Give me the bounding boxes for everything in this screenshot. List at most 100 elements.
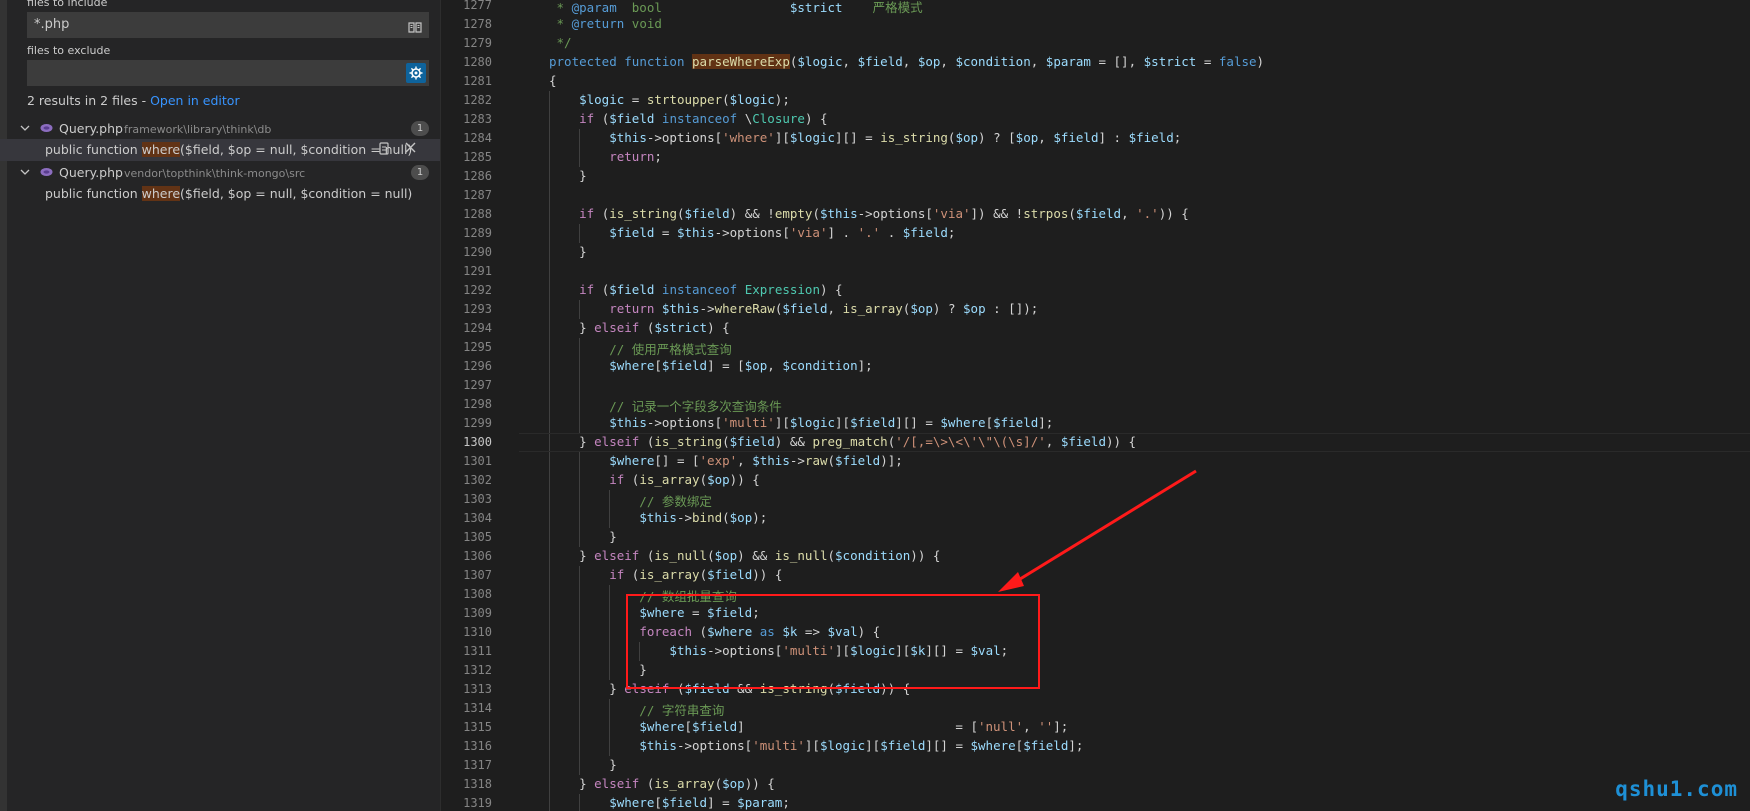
line-number: 1315 — [463, 720, 492, 734]
line-number: 1281 — [463, 74, 492, 88]
line-number: 1311 — [463, 644, 492, 658]
code-editor[interactable]: * @param bool $strict 严格模式 * @return voi… — [519, 0, 1750, 811]
code-line: $where[$field] = [$op, $condition]; — [609, 358, 873, 373]
use-exclude-settings-gear-icon[interactable] — [406, 63, 426, 83]
line-number: 1305 — [463, 530, 492, 544]
code-line: // 参数绑定 — [549, 494, 712, 509]
files-to-exclude-input[interactable] — [27, 60, 429, 86]
line-number: 1312 — [463, 663, 492, 677]
code-line: $logic = strtoupper($logic); — [579, 92, 790, 107]
line-number: 1284 — [463, 131, 492, 145]
line-number: 1289 — [463, 226, 492, 240]
line-number: 1314 — [463, 701, 492, 715]
line-number: 1319 — [463, 796, 492, 810]
code-line: return; — [609, 149, 662, 164]
line-number: 1298 — [463, 397, 492, 411]
results-summary: 2 results in 2 files - Open in editor — [27, 93, 240, 108]
code-line: return $this->whereRaw($field, is_array(… — [609, 301, 1039, 316]
match-highlight: where — [141, 142, 181, 157]
code-line: if ($field instanceof \Closure) { — [579, 111, 828, 126]
line-number: 1300 — [463, 435, 492, 449]
code-line: // 字符串查询 — [549, 703, 725, 718]
line-number: 1295 — [463, 340, 492, 354]
result-file-name: Query.php — [59, 121, 123, 136]
line-number: 1294 — [463, 321, 492, 335]
annotation-highlight-box — [626, 594, 1040, 689]
code-line: $this->bind($op); — [639, 510, 768, 525]
search-sidebar: files to include *.php files to exclude … — [0, 0, 440, 811]
code-line: * @return void — [549, 16, 662, 31]
result-file-path: framework\library\think\db — [124, 123, 272, 136]
code-line: $this->options['multi'][$logic][$field][… — [639, 738, 1084, 753]
match-prefix: public function — [45, 142, 142, 157]
code-line: if (is_string($field) && !empty($this->o… — [579, 206, 1189, 221]
result-count-badge: 1 — [411, 165, 429, 180]
line-number: 1290 — [463, 245, 492, 259]
line-number: 1317 — [463, 758, 492, 772]
line-number: 1297 — [463, 378, 492, 392]
code-line: $field = $this->options['via'] . '.' . $… — [609, 225, 956, 240]
annotation-arrow — [998, 469, 1197, 592]
code-line: if ($field instanceof Expression) { — [579, 282, 843, 297]
line-number: 1280 — [463, 55, 492, 69]
files-to-include-value: *.php — [34, 17, 70, 32]
code-line: // 使用严格模式查询 — [549, 342, 732, 357]
result-count-badge: 1 — [411, 121, 429, 136]
line-number: 1308 — [463, 587, 492, 601]
result-file-row[interactable]: Query.php framework\library\think\db 1 — [0, 118, 440, 140]
line-number: 1313 — [463, 682, 492, 696]
result-match-text: public function where($field, $op = null… — [45, 142, 412, 157]
line-number: 1288 — [463, 207, 492, 221]
match-prefix: public function — [45, 186, 142, 201]
php-file-icon — [40, 124, 53, 132]
line-number: 1299 — [463, 416, 492, 430]
line-number: 1302 — [463, 473, 492, 487]
line-number: 1283 — [463, 112, 492, 126]
code-line: } — [549, 529, 617, 544]
line-number: 1310 — [463, 625, 492, 639]
files-to-include-label: files to include — [27, 0, 108, 9]
open-in-editor-link[interactable]: Open in editor — [150, 93, 240, 108]
watermark: qshu1.com — [1615, 777, 1738, 801]
chevron-down-icon[interactable] — [20, 167, 30, 177]
line-number: 1293 — [463, 302, 492, 316]
line-number-gutter: 1277 1278 1279 1280 1281 1282 1283 1284 1285 1286… — [441, 0, 519, 811]
chevron-down-icon[interactable] — [20, 123, 30, 133]
result-file-path: vendor\topthink\think-mongo\src — [124, 167, 306, 180]
code-line: if (is_array($field)) { — [609, 567, 783, 582]
code-line: } elseif (is_null($op) && is_null($condi… — [549, 548, 941, 563]
match-suffix: ($field, $op = null, $condition = null) — [180, 186, 413, 201]
result-file-name: Query.php — [59, 165, 123, 180]
files-to-include-input[interactable]: *.php — [27, 12, 429, 38]
result-match-row[interactable]: public function where($field, $op = null… — [0, 183, 440, 205]
code-line: $this->options['multi'][$logic][$field][… — [609, 415, 1054, 430]
code-line: $this->options['where'][$logic][] = is_s… — [609, 130, 1182, 145]
line-number: 1296 — [463, 359, 492, 373]
line-number: 1306 — [463, 549, 492, 563]
replace-icon[interactable] — [378, 142, 390, 159]
line-number: 1303 — [463, 492, 492, 506]
code-line: $where[$field] = $param; — [609, 795, 790, 810]
result-file-row[interactable]: Query.php vendor\topthink\think-mongo\sr… — [0, 162, 440, 184]
code-line: if (is_array($op)) { — [609, 472, 760, 487]
line-number: 1304 — [463, 511, 492, 525]
code-line: } elseif ($strict) { — [549, 320, 730, 335]
code-line: protected function parseWhereExp($logic,… — [549, 54, 1265, 69]
code-line: */ — [549, 35, 572, 50]
use-exclude-settings-icon[interactable] — [408, 18, 422, 33]
result-match-text: public function where($field, $op = null… — [45, 186, 412, 201]
code-line: { — [549, 73, 557, 88]
code-line: } — [549, 244, 587, 259]
php-file-icon — [40, 168, 53, 176]
line-number: 1292 — [463, 283, 492, 297]
line-number: 1282 — [463, 93, 492, 107]
line-number: 1287 — [463, 188, 492, 202]
line-number: 1291 — [463, 264, 492, 278]
files-to-exclude-label: files to exclude — [27, 44, 111, 57]
dismiss-close-icon[interactable] — [405, 142, 416, 157]
result-match-row[interactable]: public function where($field, $op = null… — [0, 139, 440, 161]
line-number: 1318 — [463, 777, 492, 791]
code-line: } elseif (is_array($op)) { — [549, 776, 775, 791]
line-number: 1316 — [463, 739, 492, 753]
code-line: } elseif (is_string($field) && preg_matc… — [549, 434, 1137, 449]
